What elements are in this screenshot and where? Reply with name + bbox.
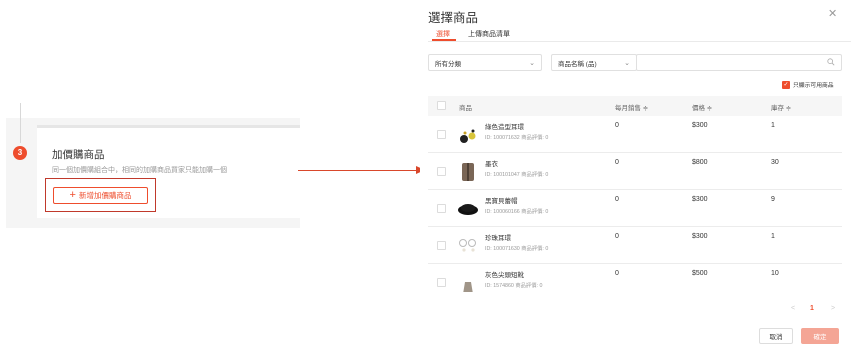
active-tab-indicator [432,39,456,41]
product-name: 黑寶貝蕾帽 [485,198,518,205]
monthly-sales: 0 [615,270,619,277]
cancel-button[interactable]: 取消 [759,328,793,344]
only-available-label: 只顯示可用商品 [793,83,834,89]
product-name: 墨衣 [485,161,498,168]
stock: 30 [771,159,779,166]
stock: 1 [771,122,775,129]
row-checkbox[interactable] [437,130,446,139]
select-product-modal: 選擇商品 ✕ 選擇 上傳商品清單 所有分類 ⌄ 商品名稱 (品) ⌄ ✓ 只顯示… [420,0,851,360]
price: $300 [692,233,708,240]
only-available-toggle[interactable]: ✓ 只顯示可用商品 [782,80,834,89]
price: $300 [692,122,708,129]
product-meta: ID: 1574860 商品評價: 0 [485,283,543,289]
product-meta: ID: 100101047 商品評價: 0 [485,172,549,178]
header-price[interactable]: 價格 ≑ [692,102,712,112]
select-all-checkbox[interactable] [437,101,446,110]
product-name: 珍珠耳環 [485,235,511,242]
chevron-down-icon: ⌄ [624,59,630,67]
tab-select[interactable]: 選擇 [436,29,450,39]
annotation-arrow-line [298,170,418,171]
chevron-down-icon: ⌄ [529,59,535,67]
product-thumbnail [460,129,476,143]
monthly-sales: 0 [615,196,619,203]
pagination-current-page[interactable]: 1 [810,305,814,312]
header-stock[interactable]: 庫存 ≑ [771,102,791,112]
table-header: 商品 每月銷售 ≑ 價格 ≑ 庫存 ≑ [428,96,842,116]
search-icon[interactable] [827,57,835,68]
product-meta: ID: 100071632 商品評價: 0 [485,135,549,141]
close-icon[interactable]: ✕ [828,7,837,20]
product-thumbnail [462,163,474,181]
table-row: 綠色造型耳環 ID: 100071632 商品評價: 0 0 $300 1 [428,116,842,153]
screenshot-stage: 3 加價購商品 同一個加價購組合中，相同的加購商品買家只能加購一個 + 新增加價… [0,0,851,360]
row-checkbox[interactable] [437,241,446,250]
modal-title: 選擇商品 [428,11,479,25]
monthly-sales: 0 [615,122,619,129]
product-thumbnail [463,282,473,292]
table-row: 黑寶貝蕾帽 ID: 100060166 商品評價: 0 0 $300 9 [428,190,842,227]
product-name: 綠色造型耳環 [485,124,524,131]
monthly-sales: 0 [615,159,619,166]
header-monthly-sales[interactable]: 每月銷售 ≑ [615,102,648,112]
tab-divider [428,41,851,42]
product-meta: ID: 100060166 商品評價: 0 [485,209,549,215]
pagination-next[interactable]: > [831,305,835,312]
stock: 1 [771,233,775,240]
category-select[interactable]: 所有分類 ⌄ [428,54,542,71]
product-name: 灰色尖頭短靴 [485,272,524,279]
price: $300 [692,196,708,203]
product-thumbnail [458,204,478,215]
stock: 9 [771,196,775,203]
pagination-prev[interactable]: < [791,305,795,312]
price: $800 [692,159,708,166]
confirm-button[interactable]: 確定 [801,328,839,344]
only-available-checkbox[interactable]: ✓ [782,80,790,89]
stock: 10 [771,270,779,277]
table-row: 珍珠耳環 ID: 100071630 商品評價: 0 0 $300 1 [428,227,842,264]
annotation-highlight-box [45,178,156,212]
row-checkbox[interactable] [437,278,446,287]
step-number-badge: 3 [13,146,27,160]
header-product: 商品 [459,105,472,112]
price: $500 [692,270,708,277]
product-thumbnail [459,239,476,252]
row-checkbox[interactable] [437,204,446,213]
addon-description: 同一個加價購組合中，相同的加購商品買家只能加購一個 [52,167,227,174]
table-row: 灰色尖頭短靴 ID: 1574860 商品評價: 0 0 $500 10 [428,264,842,292]
search-field-value: 商品名稱 (品) [558,60,597,68]
search-field-select[interactable]: 商品名稱 (品) ⌄ [551,54,637,71]
product-meta: ID: 100071630 商品評價: 0 [485,246,549,252]
category-select-value: 所有分類 [435,60,461,68]
search-input[interactable] [636,54,842,71]
row-checkbox[interactable] [437,167,446,176]
monthly-sales: 0 [615,233,619,240]
table-row: 墨衣 ID: 100101047 商品評價: 0 0 $800 30 [428,153,842,190]
addon-title: 加價購商品 [52,149,105,161]
tab-upload-list[interactable]: 上傳商品清單 [468,29,510,39]
step-rail [20,103,21,143]
